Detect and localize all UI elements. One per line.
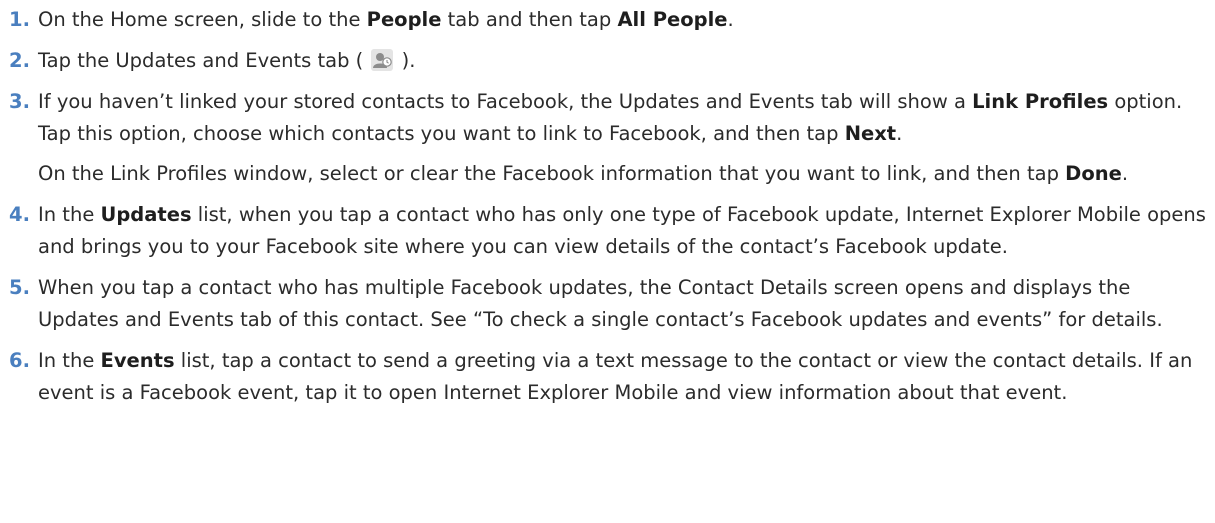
bold-term: Next [844, 122, 897, 145]
step-body: Tap the Updates and Events tab ( ). [38, 45, 1215, 77]
step-number: 1. [9, 8, 30, 31]
step-text: tab and then tap [441, 8, 618, 31]
step-text: list, when you tap a contact who has onl… [38, 203, 1206, 258]
step-item: 1. On the Home screen, slide to the Peopl… [0, 4, 1215, 36]
step-text: In the [38, 203, 101, 226]
step-text: . [727, 8, 734, 31]
step-text: On the Home screen, slide to the [38, 8, 367, 31]
step-body: In the Events list, tap a contact to sen… [38, 345, 1215, 409]
bold-term: Updates [100, 203, 192, 226]
step-number: 2. [9, 49, 30, 72]
step-note: On the Link Profiles window, select or c… [38, 158, 1215, 190]
step-text: . [1121, 162, 1129, 185]
bold-term: Link Profiles [972, 90, 1109, 113]
step-number: 4. [9, 203, 30, 226]
bold-term: All People [617, 8, 728, 31]
updates-events-tab-icon [371, 49, 394, 71]
step-number: 3. [9, 90, 30, 113]
step-text: In the [38, 349, 101, 372]
bold-term: People [366, 8, 442, 31]
step-text: . [896, 122, 903, 145]
bold-term: Events [100, 349, 175, 372]
step-item: 2. Tap the Updates and Events tab ( ). [0, 45, 1215, 77]
step-body: If you haven’t linked your stored contac… [38, 86, 1215, 150]
step-text: If you haven’t linked your stored contac… [38, 90, 973, 113]
step-item: 3. If you haven’t linked your stored cont… [0, 86, 1215, 190]
step-text: list, tap a contact to send a greeting v… [38, 349, 1193, 404]
step-text: ). [395, 49, 416, 72]
step-body: On the Home screen, slide to the People … [38, 4, 1215, 36]
step-text: When you tap a contact who has multiple … [38, 276, 1163, 331]
step-text: Tap the Updates and Events tab ( [38, 49, 370, 72]
step-number: 6. [9, 349, 30, 372]
instruction-steps: 1. On the Home screen, slide to the Peopl… [0, 0, 1215, 409]
step-text: On the Link Profiles window, select or c… [38, 162, 1066, 185]
step-item: 4. In the Updates list, when you tap a co… [0, 199, 1215, 263]
step-body: In the Updates list, when you tap a cont… [38, 199, 1215, 263]
step-item: 5. When you tap a contact who has multipl… [0, 272, 1215, 336]
step-number: 5. [9, 276, 30, 299]
step-item: 6. In the Events list, tap a contact to s… [0, 345, 1215, 409]
step-body: When you tap a contact who has multiple … [38, 272, 1215, 336]
bold-term: Done [1065, 162, 1122, 185]
